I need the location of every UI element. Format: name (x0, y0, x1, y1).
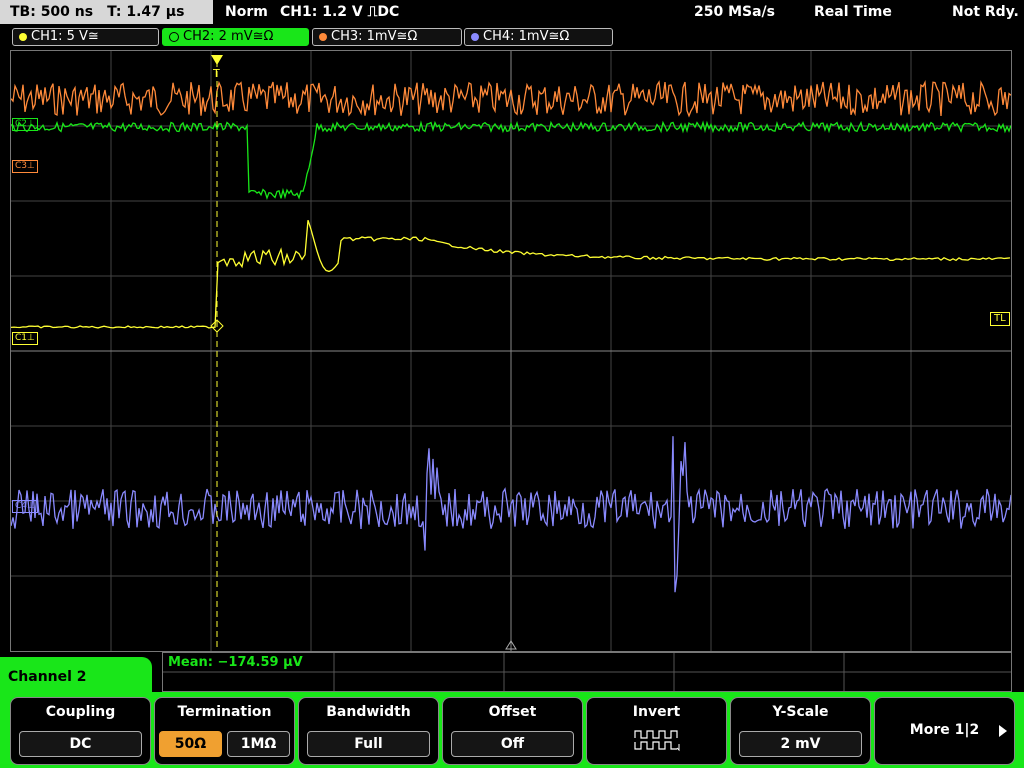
invert-title: Invert (632, 704, 681, 720)
bandwidth-title: Bandwidth (326, 704, 411, 720)
ch1-marker[interactable]: C1⊥ (12, 332, 38, 345)
timebase-box[interactable]: TB: 500 ns T: 1.47 µs (0, 0, 213, 24)
invert-key[interactable]: Invert (586, 697, 727, 765)
ch4-label: CH4: 1mV≅Ω (483, 29, 570, 44)
offset-title: Offset (488, 704, 537, 720)
bandwidth-key[interactable]: Bandwidth Full (298, 697, 439, 765)
ch3-tab[interactable]: CH3: 1mV≅Ω (312, 28, 462, 46)
acquisition-mode[interactable]: Real Time (814, 0, 892, 24)
termination-50ohm-option[interactable]: 50Ω (159, 731, 222, 757)
ch1-label: CH1: 5 V≅ (31, 29, 99, 44)
ch4-tab[interactable]: CH4: 1mV≅Ω (464, 28, 613, 46)
y-scale-value[interactable]: 2 mV (739, 731, 862, 757)
termination-1mohm-option[interactable]: 1MΩ (227, 731, 290, 757)
invert-waveform-icon (634, 730, 680, 752)
coupling-title: Coupling (45, 704, 116, 720)
offset-key[interactable]: Offset Off (442, 697, 583, 765)
ch3-label: CH3: 1mV≅Ω (331, 29, 418, 44)
ch2-label: CH2: 2 mV≅Ω (183, 29, 274, 44)
ch2-marker[interactable]: C2⊥ (12, 118, 38, 131)
termination-title: Termination (177, 704, 272, 720)
more-key[interactable]: More 1|2 (874, 697, 1015, 765)
timebase-value: TB: 500 ns (10, 4, 94, 20)
y-scale-key[interactable]: Y-Scale 2 mV (730, 697, 871, 765)
ready-state: Not Rdy. (952, 4, 1019, 20)
waveform-grid-svg: T (11, 51, 1011, 651)
ch1-tab[interactable]: CH1: 5 V≅ (12, 28, 159, 46)
trigger-time-value: T: 1.47 µs (107, 4, 185, 20)
ch2-dot-icon (169, 31, 179, 42)
termination-key[interactable]: Termination 50Ω 1MΩ (154, 697, 295, 765)
ch4-dot-icon (471, 32, 479, 41)
next-page-icon (999, 725, 1007, 737)
trigger-info[interactable]: CH1: 1.2 V ⎍DC (280, 0, 399, 24)
trigger-level-marker[interactable]: TL (990, 312, 1010, 326)
menu-title: Channel 2 (8, 669, 87, 685)
trigger-mode[interactable]: Norm (225, 0, 268, 24)
trigger-position-icon (211, 55, 223, 65)
ch1-dot-icon (19, 32, 27, 41)
sample-rate: 250 MSa/s (694, 4, 776, 20)
ch3-marker[interactable]: C3⊥ (12, 160, 38, 173)
waveform-display[interactable]: T (10, 50, 1012, 652)
mean-measurement: Mean: −174.59 µV (168, 655, 303, 670)
trigger-t-marker: T (212, 67, 220, 80)
ch2-tab[interactable]: CH2: 2 mV≅Ω (162, 28, 309, 46)
coupling-value[interactable]: DC (19, 731, 142, 757)
more-title: More 1|2 (909, 722, 980, 738)
ch3-dot-icon (319, 32, 327, 41)
y-scale-title: Y-Scale (772, 704, 829, 720)
offset-value[interactable]: Off (451, 731, 574, 757)
ch4-marker[interactable]: C4⊥ (12, 500, 38, 513)
coupling-key[interactable]: Coupling DC (10, 697, 151, 765)
bandwidth-value[interactable]: Full (307, 731, 430, 757)
